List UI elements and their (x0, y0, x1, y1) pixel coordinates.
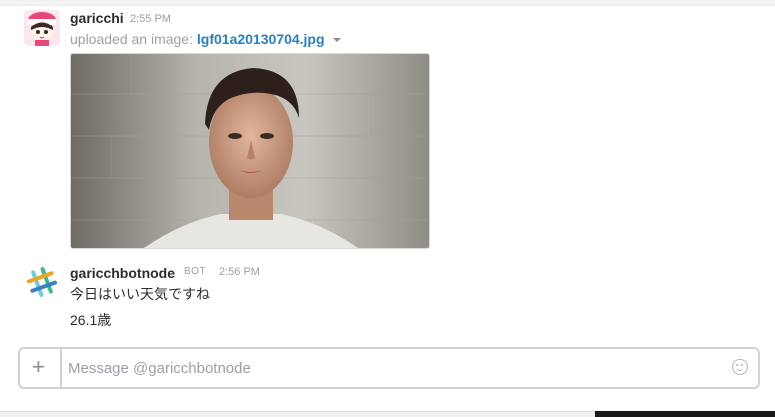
user-avatar[interactable] (24, 10, 60, 46)
message-garicchi: garicchi 2:55 PM uploaded an image: lgf0… (0, 0, 775, 255)
add-attachment-button[interactable]: + (20, 349, 62, 387)
taskbar-fragment (595, 411, 775, 417)
upload-line: uploaded an image: lgf01a20130704.jpg (70, 31, 342, 47)
timestamp[interactable]: 2:55 PM (130, 13, 171, 25)
file-link[interactable]: lgf01a20130704.jpg (197, 31, 325, 47)
username[interactable]: garicchbotnode (70, 265, 175, 281)
image-thumbnail[interactable] (70, 53, 430, 249)
slack-hash-icon (24, 264, 60, 300)
timestamp[interactable]: 2:56 PM (219, 266, 260, 278)
bot-avatar[interactable] (24, 264, 60, 300)
bot-badge: BOT (184, 266, 207, 277)
message-composer: + (18, 347, 760, 389)
upload-prefix: uploaded an image: (70, 31, 193, 47)
message-text: 今日はいい天気ですね (70, 286, 210, 302)
plus-icon: + (32, 354, 45, 379)
anime-character-avatar-icon (24, 10, 60, 46)
username[interactable]: garicchi (70, 10, 124, 26)
portrait-photo (71, 54, 429, 248)
message-garicchbotnode: garicchbotnode BOT 2:56 PM 今日はいい天気ですね 26… (0, 255, 775, 335)
chevron-down-icon[interactable] (333, 38, 342, 43)
smiley-icon[interactable] (732, 359, 748, 375)
message-text: 26.1歳 (70, 312, 112, 328)
smiley-mouth (736, 366, 743, 371)
message-input[interactable] (68, 349, 718, 387)
